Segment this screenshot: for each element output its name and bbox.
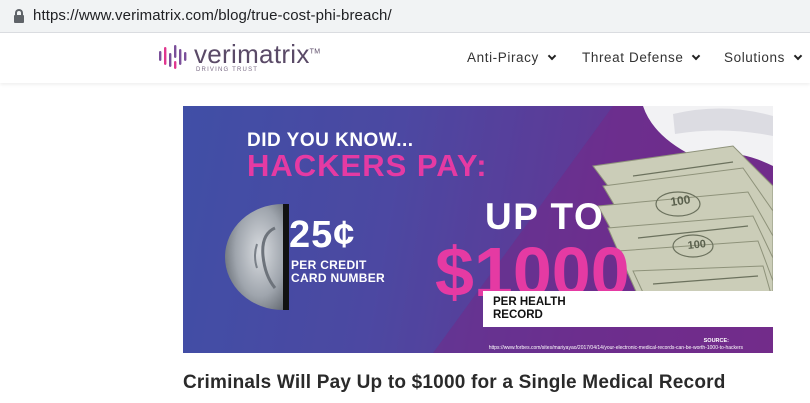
svg-text:100: 100 xyxy=(669,192,691,209)
site-header: verimatrixTM DRIVING TRUST Anti-Piracy T… xyxy=(0,33,810,83)
nav-label: Threat Defense xyxy=(582,50,684,65)
chevron-down-icon xyxy=(793,51,803,61)
coin-price-text: 25¢ xyxy=(289,214,356,256)
logo-mark-icon xyxy=(159,45,187,69)
logo-wordmark: verimatrixTM xyxy=(194,39,321,69)
nav-anti-piracy[interactable]: Anti-Piracy xyxy=(467,50,557,65)
logo-tagline: DRIVING TRUST xyxy=(196,67,259,73)
chevron-down-icon xyxy=(547,51,557,61)
credit-card-caption: PER CREDIT CARD NUMBER xyxy=(291,258,385,285)
hackers-pay-text: HACKERS PAY: xyxy=(247,148,488,183)
svg-text:100: 100 xyxy=(687,238,707,252)
chevron-down-icon xyxy=(692,51,701,61)
address-bar[interactable]: https://www.verimatrix.com/blog/true-cos… xyxy=(0,0,810,33)
source-label: SOURCE: xyxy=(703,338,729,344)
lock-icon[interactable] xyxy=(14,9,24,23)
source-url: https://www.forbes.com/sites/mariyayao/2… xyxy=(488,345,743,351)
quarter-coin-image xyxy=(225,204,289,310)
nav-label: Solutions xyxy=(724,50,785,65)
url-text[interactable]: https://www.verimatrix.com/blog/true-cos… xyxy=(33,7,392,24)
hero-image: DID YOU KNOW... HACKERS PAY: 25¢ PER CRE… xyxy=(183,106,773,353)
article-title: Criminals Will Pay Up to $1000 for a Sin… xyxy=(183,372,726,393)
nav-threat-defense[interactable]: Threat Defense xyxy=(582,50,701,65)
health-record-caption: PER HEALTH RECORD xyxy=(493,296,566,321)
nav-label: Anti-Piracy xyxy=(467,50,539,65)
nav-solutions[interactable]: Solutions xyxy=(724,50,803,65)
